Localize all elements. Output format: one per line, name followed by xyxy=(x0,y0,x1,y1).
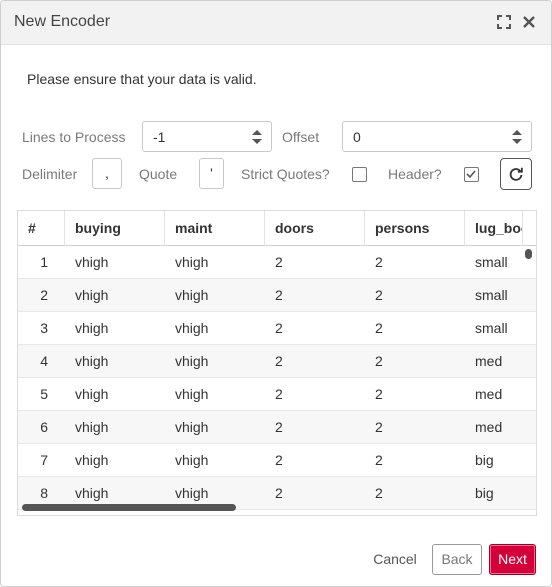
cancel-button[interactable]: Cancel xyxy=(365,544,425,575)
cell-doors: 2 xyxy=(275,386,283,402)
spinner-arrows-icon[interactable] xyxy=(511,127,523,147)
cell-persons: 2 xyxy=(375,254,383,270)
cell-index: 2 xyxy=(40,287,48,303)
delimiter-input[interactable]: , xyxy=(92,158,122,189)
cell-buying: vhigh xyxy=(75,320,109,336)
cell-buying: vhigh xyxy=(75,254,109,270)
cell-persons: 2 xyxy=(375,419,383,435)
cell-doors: 2 xyxy=(275,254,283,270)
horizontal-scrollbar[interactable] xyxy=(22,504,236,511)
new-encoder-dialog: New Encoder Please ensure that your data… xyxy=(0,0,552,587)
column-header-persons[interactable]: persons xyxy=(365,211,465,246)
cell-doors: 2 xyxy=(275,419,283,435)
cell-lug-boot: med xyxy=(475,353,503,369)
dialog-title: New Encoder xyxy=(14,13,111,30)
spinner-arrows-icon[interactable] xyxy=(251,127,263,147)
offset-input[interactable]: 0 xyxy=(342,121,532,152)
header-label: Header? xyxy=(388,166,442,182)
cell-buying: vhigh xyxy=(75,452,109,468)
cell-lug-boot: med xyxy=(475,386,503,402)
lines-to-process-value: -1 xyxy=(153,129,166,145)
table-header: # buying maint doors persons lug_boot xyxy=(18,211,536,246)
table-row[interactable]: 3 vhigh vhigh 2 2 small xyxy=(18,312,536,345)
cell-maint: vhigh xyxy=(175,386,209,402)
cell-maint: vhigh xyxy=(175,254,209,270)
cell-buying: vhigh xyxy=(75,353,109,369)
cell-maint: vhigh xyxy=(175,452,209,468)
cell-persons: 2 xyxy=(375,320,383,336)
vertical-scrollbar[interactable] xyxy=(525,249,532,259)
quote-label: Quote xyxy=(139,166,178,182)
cell-index: 1 xyxy=(40,254,48,270)
cell-lug-boot: med xyxy=(475,419,503,435)
cell-persons: 2 xyxy=(375,287,383,303)
cell-lug-boot: big xyxy=(475,485,494,501)
back-button[interactable]: Back xyxy=(432,544,482,575)
lines-to-process-input[interactable]: -1 xyxy=(142,121,272,152)
data-preview-table[interactable]: # buying maint doors persons lug_boot 1 v… xyxy=(17,210,537,516)
cell-buying: vhigh xyxy=(75,287,109,303)
column-header-lug-boot[interactable]: lug_boot xyxy=(465,211,523,246)
column-header-doors[interactable]: doors xyxy=(265,211,365,246)
table-body: 1 vhigh vhigh 2 2 small 2 vhigh vhigh 2 2 small 3 vhi… xyxy=(18,246,536,510)
cell-index: 6 xyxy=(40,419,48,435)
cell-doors: 2 xyxy=(275,485,283,501)
table-row[interactable]: 2 vhigh vhigh 2 2 small xyxy=(18,279,536,312)
table-row[interactable]: 5 vhigh vhigh 2 2 med xyxy=(18,378,536,411)
cell-doors: 2 xyxy=(275,452,283,468)
table-row[interactable]: 7 vhigh vhigh 2 2 big xyxy=(18,444,536,477)
validation-message: Please ensure that your data is valid. xyxy=(27,71,257,87)
column-header-buying[interactable]: buying xyxy=(65,211,165,246)
cell-maint: vhigh xyxy=(175,320,209,336)
table-row[interactable]: 6 vhigh vhigh 2 2 med xyxy=(18,411,536,444)
table-row[interactable]: 4 vhigh vhigh 2 2 med xyxy=(18,345,536,378)
cell-doors: 2 xyxy=(275,353,283,369)
cell-maint: vhigh xyxy=(175,353,209,369)
cell-buying: vhigh xyxy=(75,419,109,435)
cell-persons: 2 xyxy=(375,485,383,501)
refresh-icon xyxy=(509,167,523,181)
header-checkbox[interactable] xyxy=(464,167,479,182)
cell-index: 5 xyxy=(40,386,48,402)
cell-lug-boot: small xyxy=(475,287,508,303)
table-row[interactable]: 1 vhigh vhigh 2 2 small xyxy=(18,246,536,279)
cell-index: 4 xyxy=(40,353,48,369)
close-icon[interactable] xyxy=(521,14,537,30)
cell-index: 3 xyxy=(40,320,48,336)
strict-quotes-label: Strict Quotes? xyxy=(241,166,330,182)
cell-lug-boot: big xyxy=(475,452,494,468)
column-header-maint[interactable]: maint xyxy=(165,211,265,246)
column-header-index[interactable]: # xyxy=(18,211,65,246)
next-button[interactable]: Next xyxy=(489,544,536,575)
dialog-titlebar: New Encoder xyxy=(1,1,551,45)
cell-doors: 2 xyxy=(275,287,283,303)
cell-lug-boot: small xyxy=(475,320,508,336)
offset-label: Offset xyxy=(282,129,320,145)
expand-icon[interactable] xyxy=(496,14,512,30)
cell-maint: vhigh xyxy=(175,419,209,435)
cell-maint: vhigh xyxy=(175,287,209,303)
checkmark-icon xyxy=(466,170,476,179)
delimiter-label: Delimiter xyxy=(22,166,78,182)
offset-value: 0 xyxy=(353,129,361,145)
refresh-button[interactable] xyxy=(500,158,532,190)
cell-index: 7 xyxy=(40,452,48,468)
cell-persons: 2 xyxy=(375,353,383,369)
cell-persons: 2 xyxy=(375,386,383,402)
cell-persons: 2 xyxy=(375,452,383,468)
cell-buying: vhigh xyxy=(75,386,109,402)
lines-to-process-label: Lines to Process xyxy=(22,129,126,145)
cell-doors: 2 xyxy=(275,320,283,336)
strict-quotes-checkbox[interactable] xyxy=(352,167,367,182)
quote-input[interactable]: ' xyxy=(199,158,224,189)
